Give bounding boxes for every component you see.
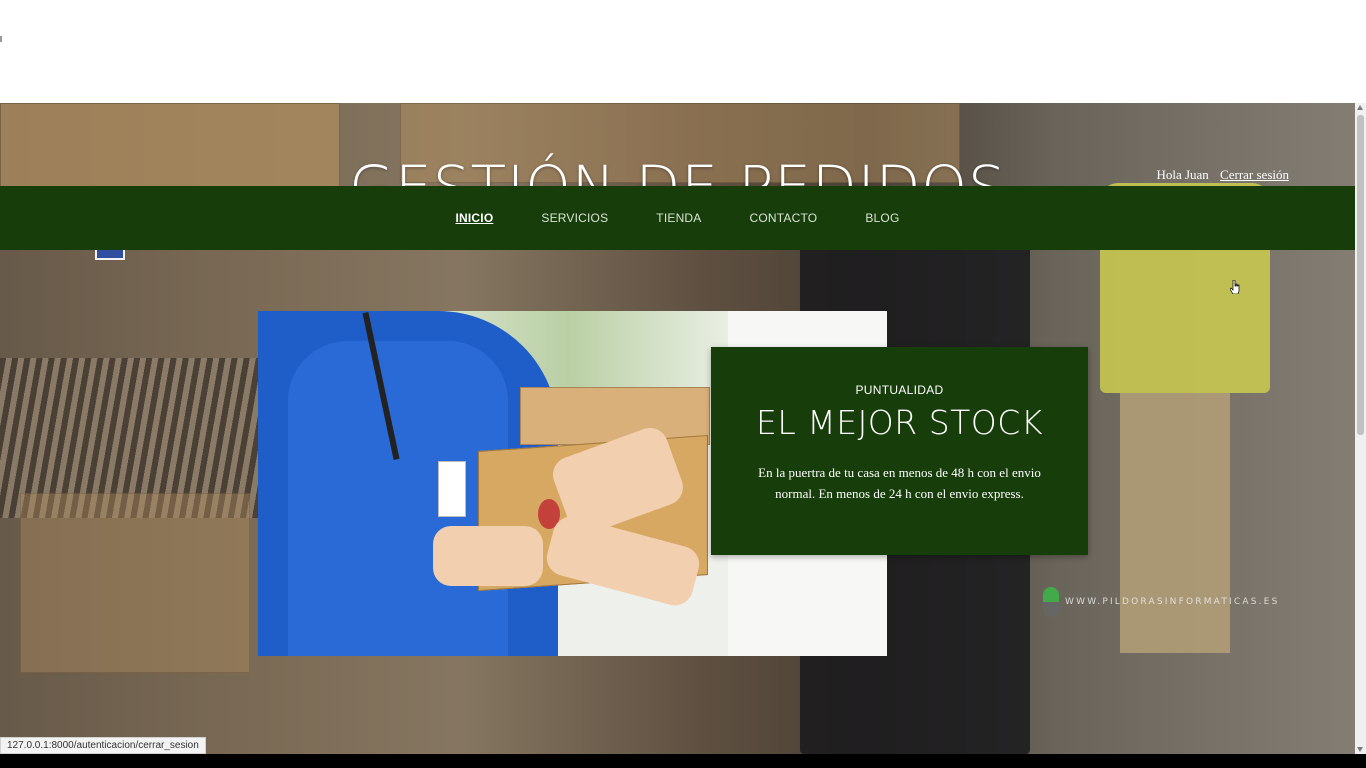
background-boxes [20, 493, 250, 673]
nav-item-contacto[interactable]: CONTACTO [750, 211, 818, 225]
courier-hand [433, 526, 543, 586]
id-badge [438, 461, 466, 517]
pill-logo-icon [1043, 587, 1059, 617]
card-body: En la puertra de tu casa en menos de 48 … [758, 465, 1041, 501]
browser-blank-area [0, 0, 1366, 103]
page-scrollbar[interactable] [1355, 103, 1366, 754]
card-heading: EL MEJOR STOCK [756, 403, 1043, 442]
main-nav: INICIO SERVICIOS TIENDA CONTACTO BLOG [0, 186, 1355, 250]
feature-card: PUNTUALIDAD EL MEJOR STOCK En la puertra… [711, 347, 1088, 555]
courier-torso [288, 341, 508, 656]
hand-pointer-icon [1230, 280, 1240, 294]
nav-item-servicios[interactable]: SERVICIOS [541, 211, 608, 225]
logout-link[interactable]: Cerrar sesión [1220, 167, 1289, 182]
nav-item-tienda[interactable]: TIENDA [656, 211, 701, 225]
nav-item-inicio[interactable]: INICIO [455, 211, 493, 225]
scrollbar-thumb[interactable] [1357, 115, 1364, 435]
scroll-down-icon[interactable] [1357, 747, 1363, 752]
watermark-text: WWW.PILDORASINFORMATICAS.ES [1065, 597, 1280, 607]
status-bar-url: 127.0.0.1:8000/autenticacion/cerrar_sesi… [0, 737, 206, 754]
watermark: WWW.PILDORASINFORMATICAS.ES [1043, 587, 1279, 617]
bottom-bar [0, 754, 1366, 768]
scroll-up-icon[interactable] [1357, 105, 1363, 110]
card-kicker: PUNTUALIDAD [855, 383, 944, 397]
user-area: Hola Juan Cerrar sesión [1156, 167, 1289, 183]
top-edge-mark [0, 36, 2, 42]
nav-item-blog[interactable]: BLOG [865, 211, 899, 225]
user-greeting: Hola Juan [1156, 167, 1209, 182]
